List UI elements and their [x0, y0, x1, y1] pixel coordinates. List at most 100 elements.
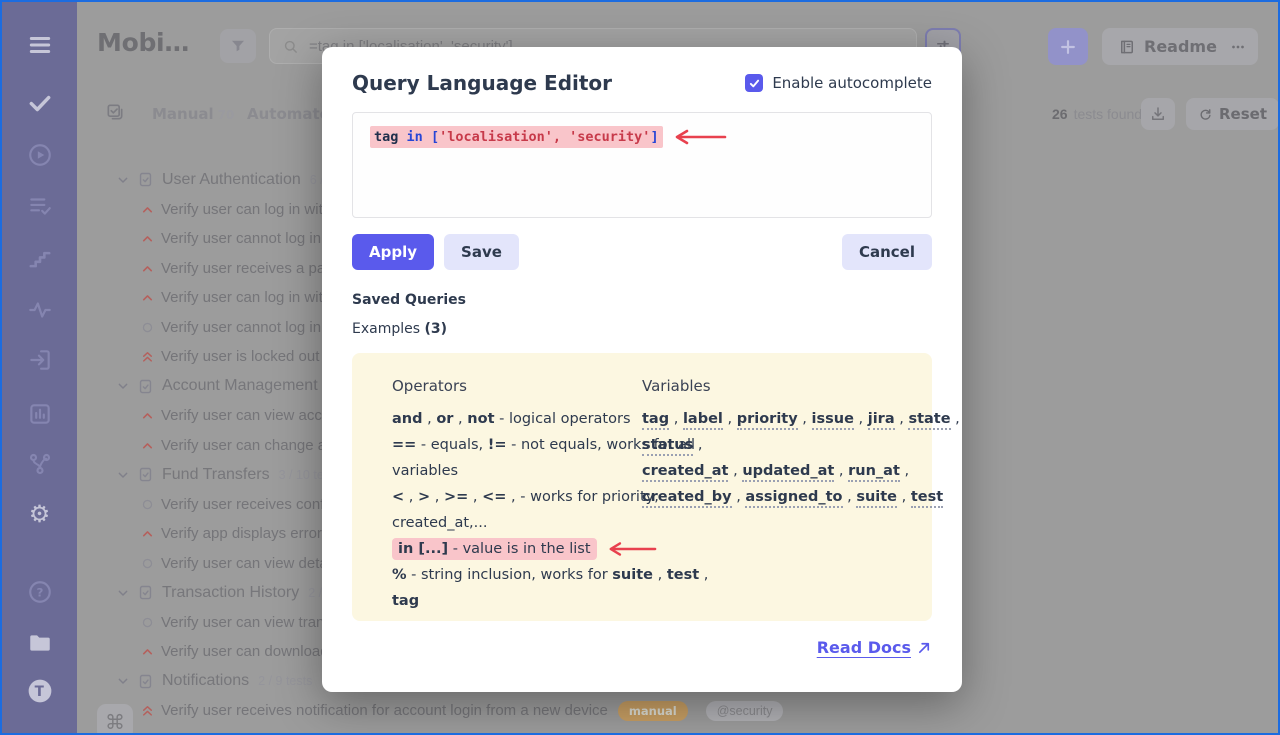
tab-manual-label: Manual	[152, 105, 214, 123]
suite-doc-icon	[137, 466, 154, 483]
operators-column: Operators and , or , not - logical opera…	[392, 373, 642, 614]
variable-token: run_at	[848, 463, 900, 482]
readme-button[interactable]: Readme	[1102, 28, 1233, 65]
hamburger-icon[interactable]	[27, 32, 53, 58]
operator-help-line: % - string inclusion, works for suite , …	[392, 562, 642, 588]
test-label: Verify user can view acco	[161, 407, 330, 424]
read-docs-link[interactable]: Read Docs	[817, 638, 932, 657]
download-button[interactable]	[1141, 98, 1175, 130]
variable-token: state	[908, 411, 950, 430]
results-label: tests found	[1074, 106, 1143, 122]
page-title: Mobi…	[97, 28, 189, 57]
search-icon	[282, 38, 299, 55]
check-icon	[748, 77, 761, 90]
readme-label: Readme	[1144, 37, 1217, 56]
enable-autocomplete-toggle[interactable]: Enable autocomplete	[745, 74, 932, 92]
test-label: Verify user can download	[161, 643, 329, 660]
test-label: Verify user can log in with	[161, 289, 331, 306]
variable-token: issue	[812, 411, 854, 430]
modal-title: Query Language Editor	[352, 71, 612, 95]
variable-token: created_by	[642, 489, 732, 508]
suite-doc-icon	[137, 171, 154, 188]
apply-button[interactable]: Apply	[352, 234, 434, 270]
test-label: Verify user can view trans	[161, 614, 332, 631]
variables-column: Variables tag , label , priority , issue…	[642, 373, 960, 614]
variable-help-line: status ,	[642, 432, 960, 458]
suite-doc-icon	[137, 673, 154, 690]
reset-label: Reset	[1219, 105, 1267, 123]
operator-help-line: == - equals, != - not equals, works for …	[392, 432, 642, 458]
suite-label: Account Management	[162, 377, 318, 395]
tab-manual[interactable]: Manual 70	[152, 105, 234, 123]
book-icon	[1118, 38, 1136, 56]
funnel-icon	[229, 37, 247, 55]
more-options-button[interactable]	[1218, 28, 1258, 65]
reset-button[interactable]: Reset	[1186, 98, 1279, 130]
priority-high-icon	[140, 438, 155, 453]
priority-normal-icon	[140, 497, 155, 512]
priority-high-icon	[140, 644, 155, 659]
suite-count: 2 / 9 tests	[258, 674, 312, 688]
query-code-line: tag in ['localisation', 'security']	[370, 126, 663, 148]
query-help-panel: Operators and , or , not - logical opera…	[352, 353, 932, 621]
examples-section[interactable]: Examples (3)	[352, 321, 932, 337]
save-button[interactable]: Save	[444, 234, 519, 270]
cancel-button[interactable]: Cancel	[842, 234, 932, 270]
operators-title: Operators	[392, 373, 642, 399]
chevron-down-icon[interactable]	[115, 467, 131, 483]
test-label: Verify app displays error	[161, 525, 322, 542]
variable-token: label	[683, 411, 723, 430]
chevron-down-icon[interactable]	[115, 378, 131, 394]
command-shortcut-button[interactable]: ⌘	[97, 704, 133, 735]
tree-test-row[interactable]: Verify user receives notification for ac…	[2, 696, 1280, 726]
variable-token: updated_at	[742, 463, 834, 482]
results-number: 26	[1052, 106, 1068, 122]
test-label: Verify user can log in with	[161, 201, 331, 218]
suite-label: Notifications	[162, 672, 249, 690]
priority-high-icon	[140, 231, 155, 246]
examples-count: (3)	[424, 321, 447, 337]
check-icon[interactable]	[27, 90, 53, 116]
ellipsis-icon	[1229, 38, 1247, 56]
query-language-editor-modal: Query Language Editor Enable autocomplet…	[322, 47, 962, 692]
chevron-down-icon[interactable]	[115, 585, 131, 601]
suite-doc-icon	[137, 584, 154, 601]
app-window: ⚙?T Mobi… Readme Manual70 Automated6 26t…	[0, 0, 1280, 735]
download-icon	[1149, 105, 1167, 123]
test-label: Verify user cannot log in	[161, 319, 321, 336]
priority-high-icon	[140, 290, 155, 305]
variable-token: suite	[856, 489, 897, 508]
add-test-button[interactable]	[1048, 28, 1088, 65]
chevron-down-icon[interactable]	[115, 673, 131, 689]
variable-token: test	[911, 489, 943, 508]
arrow-up-right-icon	[917, 640, 932, 655]
priority-critical-icon	[140, 349, 155, 364]
test-label: Verify user receives notification for ac…	[161, 702, 608, 719]
priority-high-icon	[140, 202, 155, 217]
tab-manual-count: 70	[218, 108, 235, 122]
annotation-arrow-left-icon	[673, 129, 727, 145]
tag-pill[interactable]: @security	[706, 701, 784, 721]
results-count: 26 tests found	[1052, 106, 1142, 122]
operator-help-line: variables	[392, 458, 642, 484]
priority-high-icon	[140, 526, 155, 541]
operator-help-line: and , or , not - logical operators	[392, 406, 642, 432]
chevron-down-icon[interactable]	[115, 172, 131, 188]
priority-high-icon	[140, 408, 155, 423]
autocomplete-checkbox[interactable]	[745, 74, 763, 92]
priority-high-icon	[140, 261, 155, 276]
variable-token: assigned_to	[745, 489, 842, 508]
manual-badge: manual	[618, 701, 688, 721]
variable-token: created_at	[642, 463, 728, 482]
variable-help-line: created_at , updated_at , run_at ,	[642, 458, 960, 484]
saved-queries-section[interactable]: Saved Queries	[352, 292, 932, 308]
test-label: Verify user receives a pas	[161, 260, 333, 277]
query-editor[interactable]: tag in ['localisation', 'security']	[352, 112, 932, 218]
multi-select-icon[interactable]	[105, 102, 125, 122]
read-docs-label: Read Docs	[817, 638, 911, 657]
variable-token: priority	[737, 411, 798, 430]
operator-help-line: in [...] - value is in the list	[392, 536, 642, 562]
test-label: Verify user receives confi	[161, 496, 328, 513]
filter-button[interactable]	[220, 29, 256, 63]
variable-token: jira	[868, 411, 895, 430]
